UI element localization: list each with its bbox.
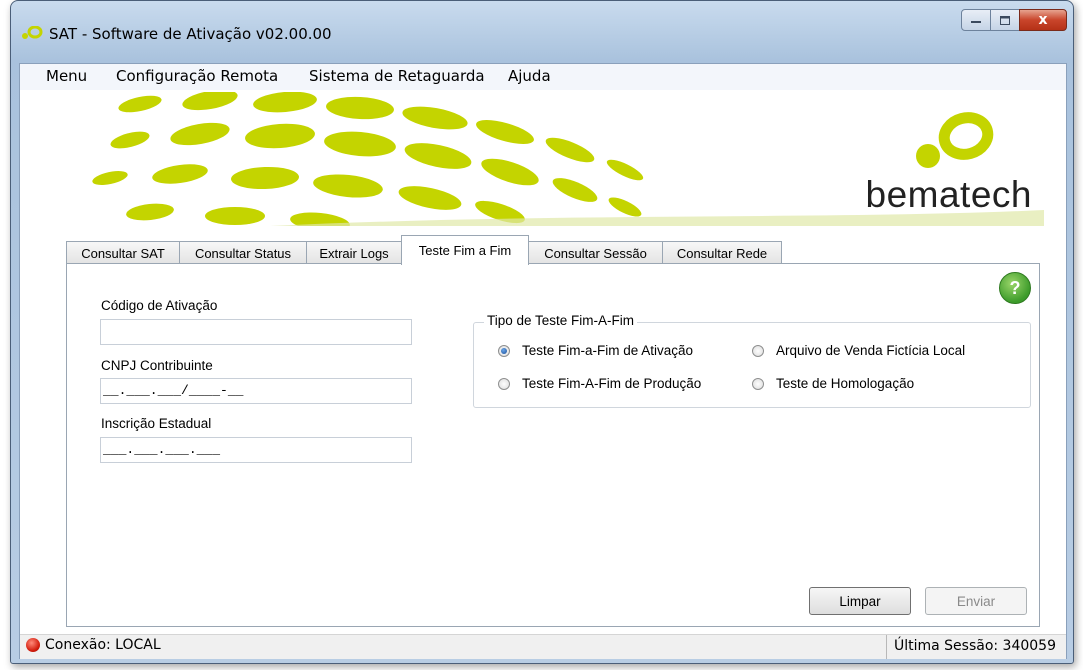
tab-panel-teste-fim-a-fim: ? Código de Ativação CNPJ Contribuinte _…	[66, 263, 1040, 627]
radio-unselected-icon	[752, 344, 764, 357]
tab-teste-fim-a-fim[interactable]: Teste Fim a Fim	[401, 235, 529, 265]
app-logo-icon	[22, 26, 43, 39]
status-divider	[886, 635, 887, 659]
menu-bar: Menu Configuração Remota Sistema de Reta…	[20, 64, 1066, 90]
tab-consultar-sessao[interactable]: Consultar Sessão	[528, 241, 663, 264]
radio-venda-ficticia-label: Arquivo de Venda Fictícia Local	[776, 343, 966, 358]
help-button[interactable]: ?	[999, 272, 1031, 304]
tab-extrair-logs[interactable]: Extrair Logs	[306, 241, 402, 264]
radio-selected-icon	[498, 344, 510, 357]
codigo-ativacao-input[interactable]	[100, 319, 412, 345]
radio-teste-producao[interactable]: Teste Fim-A-Fim de Produção	[498, 376, 701, 391]
cnpj-contribuinte-input[interactable]: __.___.___/____-__	[100, 378, 412, 404]
radio-unselected-icon	[752, 377, 764, 390]
title-bar[interactable]: SAT - Software de Ativação v02.00.00 x	[11, 1, 1073, 61]
status-bar: Conexão: LOCAL Última Sessão: 340059	[20, 634, 1066, 659]
menu-item-sistema-retaguarda[interactable]: Sistema de Retaguarda	[309, 67, 485, 85]
codigo-ativacao-label: Código de Ativação	[101, 298, 218, 313]
inscricao-estadual-label: Inscrição Estadual	[101, 416, 212, 431]
menu-item-menu[interactable]: Menu	[46, 67, 87, 85]
help-icon: ?	[1009, 277, 1021, 298]
tab-consultar-sat[interactable]: Consultar SAT	[66, 241, 180, 264]
radio-teste-ativacao-label: Teste Fim-a-Fim de Ativação	[522, 343, 694, 358]
connection-status-icon	[26, 638, 40, 652]
radio-venda-ficticia[interactable]: Arquivo de Venda Fictícia Local	[752, 343, 965, 358]
minimize-button[interactable]	[961, 9, 991, 31]
radio-teste-homologacao-label: Teste de Homologação	[776, 376, 915, 391]
radio-unselected-icon	[498, 377, 510, 390]
tipo-teste-title: Tipo de Teste Fim-A-Fim	[484, 313, 638, 328]
enviar-button[interactable]: Enviar	[925, 587, 1027, 615]
cnpj-contribuinte-label: CNPJ Contribuinte	[101, 358, 213, 373]
tab-consultar-rede[interactable]: Consultar Rede	[662, 241, 782, 264]
maximize-button[interactable]	[990, 9, 1020, 31]
minimize-icon	[971, 21, 981, 23]
banner: bematech	[70, 92, 1044, 226]
brand-name: bematech	[865, 174, 1032, 215]
bematech-logo-icon	[916, 112, 994, 168]
close-button[interactable]: x	[1019, 9, 1067, 31]
app-window: SAT - Software de Ativação v02.00.00 x M…	[10, 0, 1074, 664]
inscricao-estadual-input[interactable]: ___.___.___.___	[100, 437, 412, 463]
tipo-teste-groupbox: Tipo de Teste Fim-A-Fim Teste Fim-a-Fim …	[473, 313, 1031, 408]
radio-teste-ativacao[interactable]: Teste Fim-a-Fim de Ativação	[498, 343, 693, 358]
close-icon: x	[1038, 12, 1048, 28]
window-title: SAT - Software de Ativação v02.00.00	[49, 25, 332, 43]
connection-status: Conexão: LOCAL	[45, 637, 161, 653]
tab-consultar-status[interactable]: Consultar Status	[179, 241, 307, 264]
radio-teste-producao-label: Teste Fim-A-Fim de Produção	[522, 376, 702, 391]
menu-item-configuracao-remota[interactable]: Configuração Remota	[116, 67, 278, 85]
client-area: Menu Configuração Remota Sistema de Reta…	[19, 63, 1067, 659]
maximize-icon	[1000, 15, 1010, 25]
limpar-button[interactable]: Limpar	[809, 587, 911, 615]
menu-item-ajuda[interactable]: Ajuda	[508, 67, 551, 85]
last-session-status: Última Sessão: 340059	[893, 638, 1056, 654]
radio-teste-homologacao[interactable]: Teste de Homologação	[752, 376, 914, 391]
